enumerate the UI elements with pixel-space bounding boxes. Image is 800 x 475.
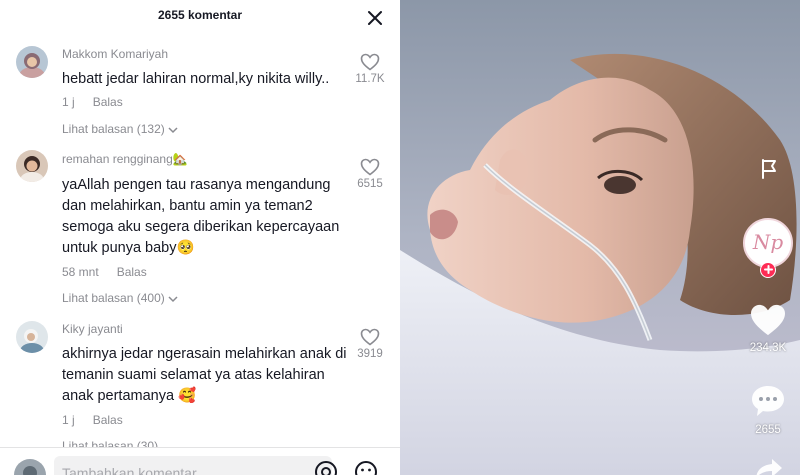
- creator-avatar[interactable]: Np: [743, 218, 793, 278]
- view-replies-button[interactable]: Lihat balasan (400): [62, 291, 178, 305]
- video-comment-button[interactable]: 2655: [744, 383, 792, 436]
- comment-input[interactable]: [54, 456, 332, 475]
- heart-outline-icon: [360, 158, 380, 176]
- creator-avatar-initials: Np: [752, 230, 784, 254]
- comment-meta: 1 j Balas: [62, 95, 123, 109]
- comment-username[interactable]: Makkom Komariyah: [62, 47, 168, 61]
- reply-button[interactable]: Balas: [117, 265, 147, 279]
- video-like-count: 234.3K: [749, 342, 787, 354]
- like-count: 11.7K: [355, 73, 385, 85]
- heart-outline-icon: [360, 53, 380, 71]
- avatar[interactable]: [16, 150, 48, 182]
- comment-time: 1 j: [62, 95, 75, 109]
- chevron-down-icon: [168, 296, 178, 302]
- reply-button[interactable]: Balas: [93, 95, 123, 109]
- comment-meta: 1 j Balas: [62, 413, 123, 427]
- avatar[interactable]: [16, 321, 48, 353]
- comment-meta: 58 mnt Balas: [62, 265, 147, 279]
- comment-username[interactable]: remahan rengginang🏡: [62, 152, 188, 166]
- share-button[interactable]: [754, 456, 784, 475]
- close-icon[interactable]: [366, 9, 384, 27]
- share-arrow-icon: [756, 459, 782, 475]
- comment-count-title: 2655 komentar: [157, 8, 243, 22]
- flag-icon: [762, 159, 776, 179]
- mention-icon[interactable]: [314, 460, 338, 475]
- heart-icon: [751, 304, 785, 336]
- comment-username[interactable]: Kiky jayanti: [62, 322, 123, 336]
- app-root: 2655 komentar Makkom Komariyah hebatt je…: [0, 0, 800, 475]
- like-button[interactable]: 6515: [350, 158, 390, 190]
- report-button[interactable]: [757, 157, 781, 184]
- view-replies-label: Lihat balasan (132): [62, 122, 165, 136]
- video-player[interactable]: Np 234.3K 2655: [400, 0, 800, 475]
- like-count: 3919: [357, 348, 383, 360]
- avatar[interactable]: [16, 46, 48, 78]
- comment-text: akhirnya jedar ngerasain melahirkan anak…: [62, 346, 347, 404]
- comment-input-bar: [0, 447, 400, 475]
- chevron-down-icon: [168, 127, 178, 133]
- like-button[interactable]: 11.7K: [350, 53, 390, 85]
- comment-panel: 2655 komentar Makkom Komariyah hebatt je…: [0, 0, 400, 475]
- reply-button[interactable]: Balas: [93, 413, 123, 427]
- comment-panel-header: 2655 komentar: [0, 0, 400, 34]
- comment-text: yaAllah pengen tau rasanya mengandung da…: [62, 177, 340, 256]
- like-button[interactable]: 3919: [350, 328, 390, 360]
- video-frame: [400, 0, 800, 475]
- follow-plus-icon[interactable]: [760, 262, 776, 278]
- avatar: [14, 459, 46, 475]
- view-replies-label: Lihat balasan (400): [62, 291, 165, 305]
- emoji-icon[interactable]: [354, 460, 378, 475]
- comment-time: 58 mnt: [62, 265, 99, 279]
- comment-time: 1 j: [62, 413, 75, 427]
- video-comment-count: 2655: [755, 424, 781, 436]
- video-like-button[interactable]: 234.3K: [744, 303, 792, 354]
- view-replies-button[interactable]: Lihat balasan (132): [62, 122, 178, 136]
- comment-text: hebatt jedar lahiran normal,ky nikita wi…: [62, 71, 330, 87]
- like-count: 6515: [357, 178, 383, 190]
- heart-outline-icon: [360, 328, 380, 346]
- comment-bubble-icon: [752, 386, 784, 416]
